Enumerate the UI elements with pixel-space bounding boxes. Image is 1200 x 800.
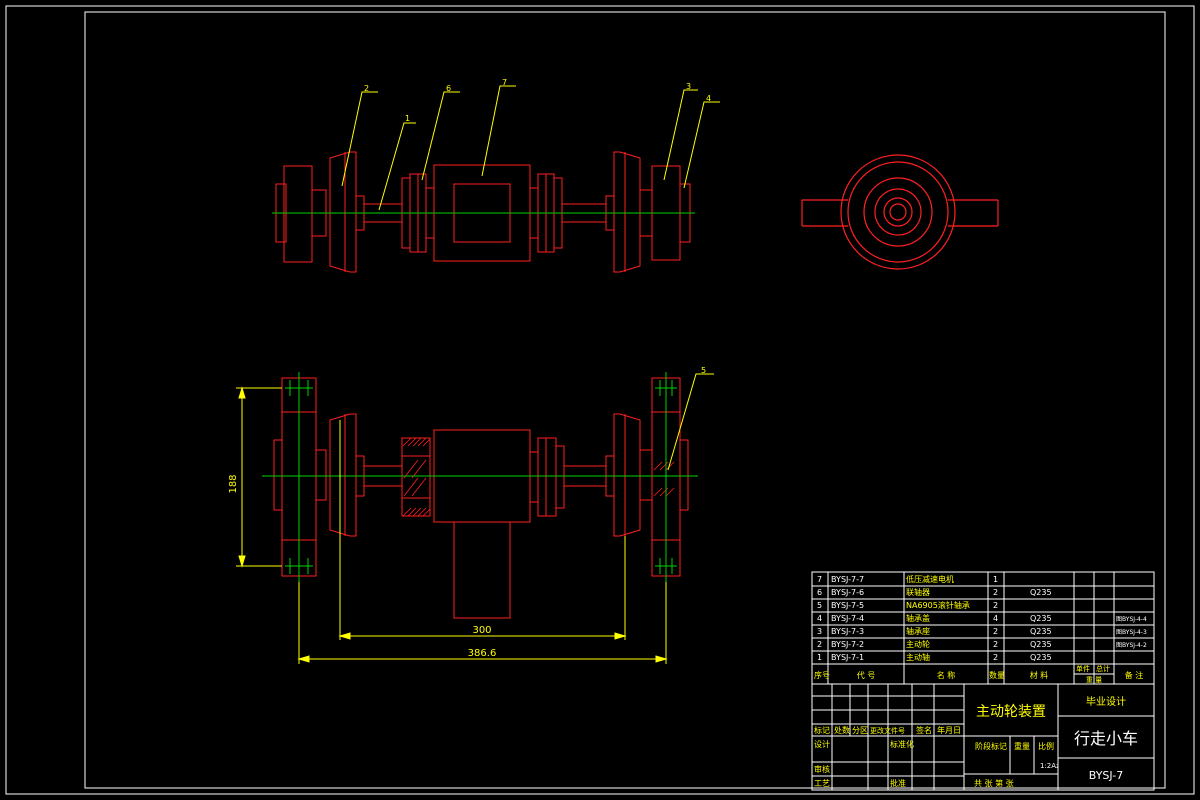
bom-row-1-code: BYSJ-7-1	[831, 653, 864, 662]
bom-row-6-no: 6	[817, 588, 822, 597]
bom-row-3-no: 3	[817, 627, 822, 636]
bom-header-code: 代 号	[857, 670, 876, 680]
bom-header-name: 名 称	[937, 670, 956, 680]
dimension-height: 188	[228, 474, 239, 493]
balloon-3: 3	[686, 82, 691, 91]
project-label: 毕业设计	[1086, 695, 1126, 708]
bom-row-1-name: 主动轴	[906, 652, 930, 662]
bom-row-4-note: 图BYSJ-4-4	[1116, 616, 1147, 623]
balloon-7: 7	[502, 78, 507, 87]
bom-row-1-qty: 2	[993, 653, 998, 662]
balloon-5: 5	[701, 366, 706, 375]
bom-row-6-material: Q235	[1030, 588, 1052, 597]
bom-row-4-no: 4	[817, 614, 822, 623]
bom-row-4-material: Q235	[1030, 614, 1052, 623]
bom-header-material: 材 料	[1030, 670, 1049, 680]
bom-row-7-no: 7	[817, 575, 822, 584]
bom-header-note: 备 注	[1125, 670, 1144, 680]
bom-row-4-code: BYSJ-7-4	[831, 614, 864, 623]
bom-row-5-name: NA6905滚针轴承	[906, 600, 970, 610]
product-name: 行走小车	[1074, 729, 1138, 748]
rev-sign: 签名	[916, 725, 932, 735]
drawing-number: BYSJ-7	[1089, 769, 1123, 782]
bom-row-5-code: BYSJ-7-5	[831, 601, 864, 610]
balloon-2: 2	[364, 84, 369, 93]
bom-row-3-qty: 2	[993, 627, 998, 636]
bom-row-1-no: 1	[817, 653, 822, 662]
label-review: 审核	[814, 764, 830, 774]
label-process: 工艺	[814, 779, 830, 788]
bom-row-7-qty: 1	[993, 575, 998, 584]
bom-row-1-material: Q235	[1030, 653, 1052, 662]
rev-count: 处数	[834, 725, 850, 735]
bom-row-2-qty: 2	[993, 640, 998, 649]
cad-drawing: 2 1 6 7 3 4 5 188 300 386.6 7 BYSJ-7-7 低…	[5, 5, 1195, 795]
bom-header-unit-weight: 单件	[1076, 664, 1090, 673]
front-view	[273, 377, 689, 619]
sheet-size: 1:2A₂	[1040, 762, 1059, 770]
top-view-leaders	[341, 85, 720, 211]
bom-row-4-name: 轴承盖	[906, 613, 930, 623]
bom-row-3-name: 轴承座	[906, 626, 930, 636]
bom-row-2-no: 2	[817, 640, 822, 649]
rev-mark: 标记	[814, 725, 830, 735]
label-design: 设计	[814, 739, 830, 749]
bom-row-6-code: BYSJ-7-6	[831, 588, 864, 597]
label-stage-mark: 阶段标记	[975, 741, 1007, 751]
drawing-frame	[5, 5, 1195, 795]
bom-row-3-note: 图BYSJ-4-3	[1116, 629, 1147, 636]
label-approve: 批准	[890, 778, 906, 788]
balloon-6: 6	[446, 84, 451, 93]
balloon-1: 1	[405, 114, 410, 123]
side-view	[801, 154, 999, 270]
dimension-lines	[236, 386, 668, 664]
balloon-4: 4	[706, 94, 711, 103]
label-scale: 比例	[1038, 741, 1054, 751]
bom-row-2-material: Q235	[1030, 640, 1052, 649]
bom-row-6-name: 联轴器	[906, 587, 930, 597]
bom-row-5-no: 5	[817, 601, 822, 610]
bom-row-3-material: Q235	[1030, 627, 1052, 636]
bom-header-qty: 数量	[989, 670, 1005, 680]
bom-row-2-note: 图BYSJ-4-2	[1116, 642, 1147, 649]
bom-header-total-weight: 总计	[1096, 664, 1110, 673]
bom-row-7-name: 低压减速电机	[906, 574, 954, 584]
bom-row-5-qty: 2	[993, 601, 998, 610]
bom-row-6-qty: 2	[993, 588, 998, 597]
dimension-span-inner: 300	[472, 625, 491, 636]
bom-row-7-code: BYSJ-7-7	[831, 575, 864, 584]
bom-row-2-code: BYSJ-7-2	[831, 640, 864, 649]
sheet-count: 共 张 第 张	[974, 778, 1014, 788]
rev-zone: 分区	[852, 726, 868, 735]
label-weight: 重量	[1014, 741, 1030, 751]
front-view-centerlines	[262, 372, 698, 582]
bom-row-3-code: BYSJ-7-3	[831, 627, 864, 636]
bom-row-4-qty: 4	[993, 614, 998, 623]
rev-date: 年月日	[937, 725, 961, 735]
rev-doc-no: 更改文件号	[870, 726, 905, 735]
bom-header-weight: 重 量	[1086, 676, 1102, 684]
label-standardize: 标准化	[890, 739, 914, 749]
bom-row-2-name: 主动轮	[906, 639, 930, 649]
bom-header-no: 序号	[814, 670, 830, 680]
drawing-title: 主动轮装置	[976, 704, 1046, 720]
dimension-span-outer: 386.6	[468, 648, 497, 659]
